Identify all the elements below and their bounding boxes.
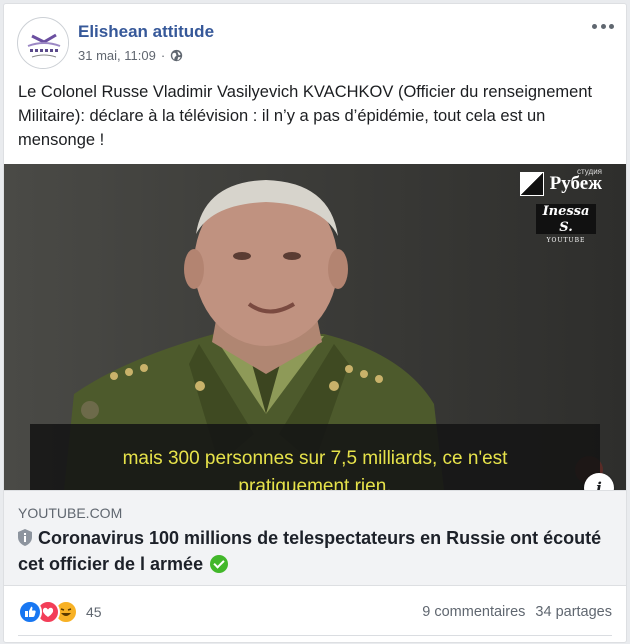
studio-logo: студия Рубеж xyxy=(519,167,602,196)
subtitle-box: mais 300 personnes sur 7,5 milliards, ce… xyxy=(30,424,600,490)
link-domain: YOUTUBE.COM xyxy=(18,505,123,521)
studio-logo-small-text: студия xyxy=(577,167,602,176)
link-title-text: Coronavirus 100 millions de telespectate… xyxy=(18,528,602,574)
post-meta: 31 mai, 11:09 · xyxy=(78,48,183,63)
subtitle-line-2: pratiquement rien. xyxy=(238,476,392,490)
shares-count-link[interactable]: 34 partages xyxy=(535,604,612,620)
page-avatar[interactable] xyxy=(17,17,69,69)
post-footer: 45 9 commentaires 34 partages xyxy=(4,586,626,636)
reactions-summary[interactable]: 45 xyxy=(18,600,102,624)
link-title[interactable]: Coronavirus 100 millions de telespectate… xyxy=(18,525,614,577)
page-name-link[interactable]: Elishean attitude xyxy=(78,22,214,42)
like-reaction-icon xyxy=(18,600,42,624)
studio-logo-icon xyxy=(519,172,544,196)
verified-check-icon xyxy=(210,555,229,573)
post-card: Elishean attitude 31 mai, 11:09 · Le Col… xyxy=(3,3,627,643)
post-text: Le Colonel Russe Vladimir Vasilyevich KV… xyxy=(18,83,593,149)
meta-separator: · xyxy=(160,48,166,63)
reactions-count: 45 xyxy=(86,604,102,620)
shield-info-icon xyxy=(18,529,32,546)
comments-count-link[interactable]: 9 commentaires xyxy=(422,604,525,620)
post-stats: 9 commentaires 34 partages xyxy=(422,604,612,620)
post-timestamp[interactable]: 31 mai, 11:09 xyxy=(78,48,156,63)
channel-watermark-name: Inessa S. xyxy=(542,204,590,235)
channel-watermark: Inessa S. YOUTUBE xyxy=(536,204,596,244)
more-options-icon[interactable] xyxy=(592,18,614,34)
avatar-logo-icon xyxy=(19,19,68,68)
video-thumbnail[interactable]: студия Рубеж Inessa S. YOUTUBE mais 300 … xyxy=(4,164,626,490)
footer-divider xyxy=(18,635,612,636)
globe-icon[interactable] xyxy=(170,49,183,62)
post-header: Elishean attitude 31 mai, 11:09 · xyxy=(4,4,626,74)
link-preview[interactable]: YOUTUBE.COM Coronavirus 100 millions de … xyxy=(4,490,626,586)
studio-logo-text: Рубеж xyxy=(549,173,602,194)
channel-watermark-sub: YOUTUBE xyxy=(546,237,586,244)
subtitle-line-1: mais 300 personnes sur 7,5 milliards, ce… xyxy=(122,448,508,469)
